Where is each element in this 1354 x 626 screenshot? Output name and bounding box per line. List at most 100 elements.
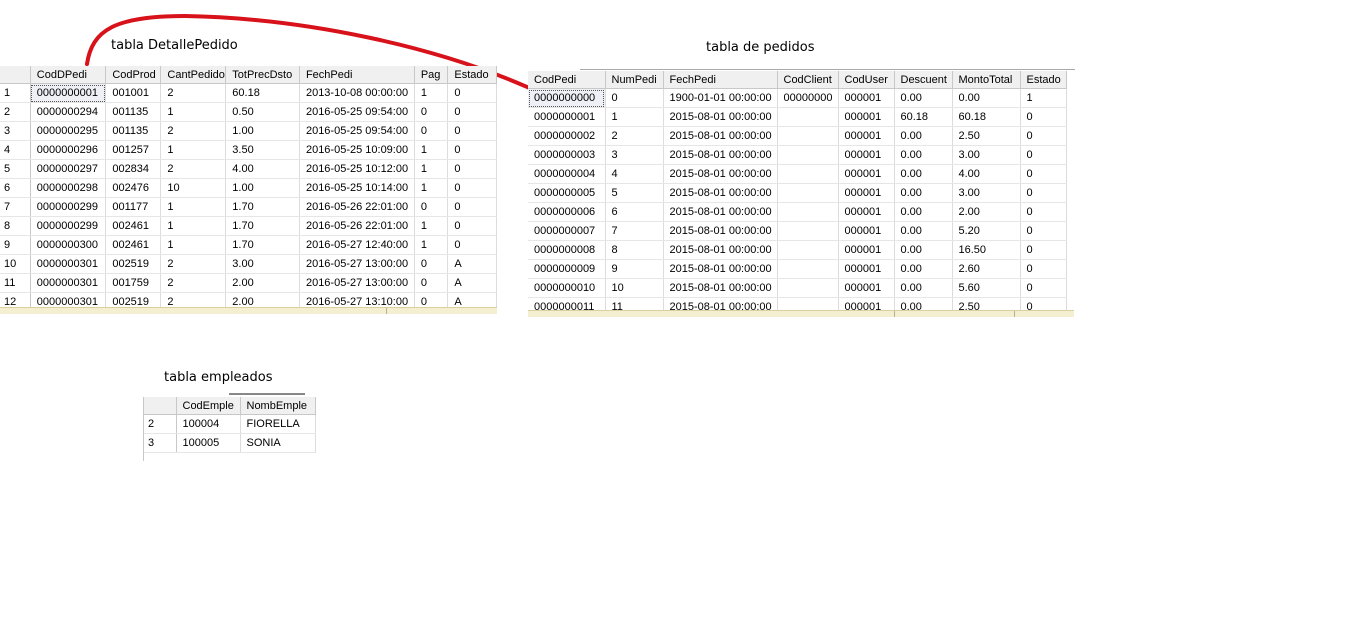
table-cell[interactable]: 2 — [160, 83, 227, 103]
table-cell[interactable]: 2013-10-08 00:00:00 — [299, 83, 415, 103]
table-cell[interactable]: 3.00 — [225, 254, 300, 274]
table-cell[interactable]: 1 — [160, 216, 227, 236]
table-cell[interactable]: 0000000301 — [30, 292, 107, 307]
table-cell[interactable]: 2016-05-25 09:54:00 — [299, 102, 415, 122]
table-cell[interactable]: 002834 — [105, 159, 162, 179]
detalle-header-2[interactable]: CodProd — [105, 66, 162, 84]
table-cell[interactable]: 2016-05-25 10:12:00 — [299, 159, 415, 179]
row-number[interactable]: 3 — [144, 433, 177, 453]
table-cell[interactable]: 000001 — [838, 278, 895, 298]
table-cell[interactable]: 0 — [447, 216, 497, 236]
table-cell[interactable]: 0 — [447, 159, 497, 179]
table-cell[interactable]: 2 — [605, 126, 664, 146]
pedidos-grid[interactable]: CodPedi NumPedi FechPedi CodClient CodUser De… — [528, 71, 1074, 310]
table-cell[interactable] — [777, 202, 839, 222]
table-cell[interactable]: 002519 — [105, 292, 162, 307]
table-cell[interactable]: 0000000000 — [528, 88, 606, 108]
table-cell[interactable]: 3 — [605, 145, 664, 165]
table-cell[interactable]: 0000000297 — [30, 159, 107, 179]
table-cell[interactable]: 0 — [447, 121, 497, 141]
table-row[interactable]: 0000000006 6 2015-08-01 00:00:00 000001 0.00… — [528, 202, 1067, 222]
table-cell[interactable]: 4.00 — [225, 159, 300, 179]
table-row[interactable]: 3 0000000295 001135 2 1.00 2016-05-25 09:54:0… — [0, 121, 497, 141]
table-cell[interactable]: 1 — [414, 159, 449, 179]
table-cell[interactable]: 000001 — [838, 183, 895, 203]
table-row[interactable]: 2 100004 FIORELLA — [144, 414, 316, 434]
table-cell[interactable]: 1 — [1020, 88, 1067, 108]
table-cell[interactable]: 0.00 — [894, 259, 953, 279]
row-number[interactable]: 2 — [144, 414, 177, 434]
table-cell[interactable]: 0000000301 — [30, 254, 107, 274]
table-cell[interactable]: FIORELLA — [240, 414, 316, 434]
empleados-grid[interactable]: CodEmple NombEmple 2 100004 FIORELLA 3 100005 S… — [143, 397, 316, 461]
table-cell[interactable]: 2016-05-27 12:40:00 — [299, 235, 415, 255]
table-cell[interactable]: 2.50 — [952, 297, 1021, 310]
table-cell[interactable]: 100004 — [176, 414, 241, 434]
table-cell[interactable]: 0.00 — [894, 145, 953, 165]
table-cell[interactable]: 0 — [1020, 278, 1067, 298]
table-cell[interactable]: 0 — [1020, 145, 1067, 165]
table-cell[interactable]: 2 — [160, 159, 227, 179]
table-cell[interactable]: 6 — [605, 202, 664, 222]
table-cell[interactable]: 000001 — [838, 88, 895, 108]
table-cell[interactable]: 2015-08-01 00:00:00 — [663, 145, 778, 165]
table-cell[interactable]: 0.00 — [894, 240, 953, 260]
table-cell[interactable]: 0 — [414, 292, 449, 307]
table-row[interactable]: 4 0000000296 001257 1 3.50 2016-05-25 10:09:0… — [0, 140, 497, 160]
table-cell[interactable]: SONIA — [240, 433, 316, 453]
table-cell[interactable]: 002476 — [105, 178, 162, 198]
table-cell[interactable]: 0 — [1020, 240, 1067, 260]
table-cell[interactable]: 0000000010 — [528, 278, 606, 298]
table-row[interactable]: 2 0000000294 001135 1 0.50 2016-05-25 09:54:0… — [0, 102, 497, 122]
table-cell[interactable]: 1 — [160, 102, 227, 122]
table-row[interactable]: 0000000009 9 2015-08-01 00:00:00 000001 0.00… — [528, 259, 1067, 279]
table-cell[interactable]: 60.18 — [225, 83, 300, 103]
table-cell[interactable]: 2016-05-25 10:09:00 — [299, 140, 415, 160]
table-cell[interactable]: 100005 — [176, 433, 241, 453]
table-cell[interactable]: 10 — [605, 278, 664, 298]
table-row[interactable]: 0000000000 0 1900-01-01 00:00:00 00000000 00… — [528, 88, 1067, 108]
table-row[interactable]: 0000000004 4 2015-08-01 00:00:00 000001 0.00… — [528, 164, 1067, 184]
table-cell[interactable]: 0000000300 — [30, 235, 107, 255]
table-row[interactable]: 11 0000000301 001759 2 2.00 2016-05-27 13:00:… — [0, 273, 497, 293]
table-cell[interactable]: 2.60 — [952, 259, 1021, 279]
table-cell[interactable]: 2 — [160, 121, 227, 141]
table-row[interactable]: 0000000007 7 2015-08-01 00:00:00 000001 0.00… — [528, 221, 1067, 241]
table-cell[interactable]: 0 — [605, 88, 664, 108]
table-cell[interactable]: 0 — [1020, 107, 1067, 127]
table-cell[interactable]: 0000000006 — [528, 202, 606, 222]
table-cell[interactable] — [777, 221, 839, 241]
table-cell[interactable] — [777, 145, 839, 165]
table-cell[interactable]: 1.70 — [225, 216, 300, 236]
table-cell[interactable] — [777, 278, 839, 298]
table-cell[interactable] — [777, 297, 839, 310]
table-cell[interactable]: 001135 — [105, 102, 162, 122]
table-cell[interactable]: 3.00 — [952, 183, 1021, 203]
row-number[interactable]: 7 — [0, 197, 31, 217]
table-cell[interactable]: 0.00 — [894, 297, 953, 310]
table-cell[interactable]: 0 — [1020, 221, 1067, 241]
table-cell[interactable]: 001001 — [105, 83, 162, 103]
table-cell[interactable]: 0.00 — [952, 88, 1021, 108]
pedidos-header-7[interactable]: Estado — [1020, 71, 1067, 89]
table-cell[interactable]: 000001 — [838, 297, 895, 310]
table-cell[interactable]: 1 — [160, 235, 227, 255]
table-cell[interactable]: 60.18 — [894, 107, 953, 127]
row-number[interactable]: 10 — [0, 254, 31, 274]
table-cell[interactable]: 0 — [447, 235, 497, 255]
table-row[interactable]: 0000000010 10 2015-08-01 00:00:00 000001 0.0… — [528, 278, 1067, 298]
table-cell[interactable]: 001135 — [105, 121, 162, 141]
table-cell[interactable]: 5.20 — [952, 221, 1021, 241]
table-row[interactable]: 0000000011 11 2015-08-01 00:00:00 000001 0.0… — [528, 297, 1067, 310]
table-cell[interactable]: 2016-05-26 22:01:00 — [299, 216, 415, 236]
table-cell[interactable]: 10 — [160, 178, 227, 198]
table-cell[interactable]: 00000000 — [777, 88, 839, 108]
table-cell[interactable]: 0000000011 — [528, 297, 606, 310]
table-cell[interactable] — [777, 107, 839, 127]
table-cell[interactable]: 0000000001 — [528, 107, 606, 127]
table-cell[interactable]: 0000000008 — [528, 240, 606, 260]
table-cell[interactable]: 1 — [414, 235, 449, 255]
pedidos-header-4[interactable]: CodUser — [838, 71, 895, 89]
table-cell[interactable]: 0 — [1020, 259, 1067, 279]
row-number[interactable]: 11 — [0, 273, 31, 293]
